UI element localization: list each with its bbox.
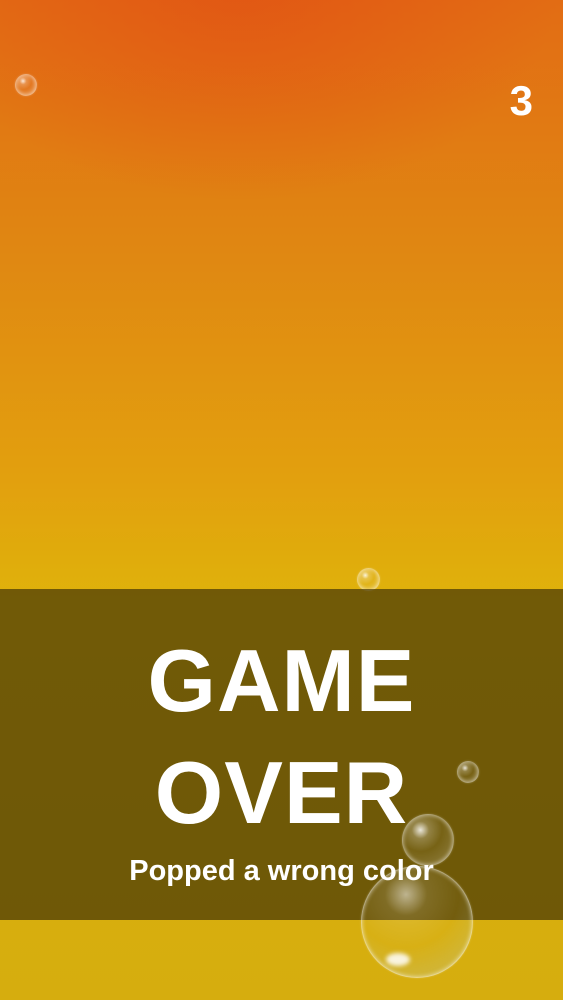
game-over-title-line-2: OVER — [154, 743, 409, 842]
game-over-title-line-1: GAME — [147, 631, 416, 730]
game-over-panel: GAME OVER Popped a wrong color — [0, 589, 563, 920]
game-over-reason: Popped a wrong color — [129, 855, 434, 887]
bubble[interactable] — [402, 814, 454, 866]
bubble[interactable] — [15, 74, 37, 96]
score-counter: 3 — [509, 77, 533, 124]
game-screen[interactable]: 3 GAME OVER Popped a wrong color — [0, 0, 563, 1000]
bubble[interactable] — [361, 866, 473, 978]
bubble[interactable] — [457, 761, 479, 783]
bubble[interactable] — [357, 568, 380, 591]
